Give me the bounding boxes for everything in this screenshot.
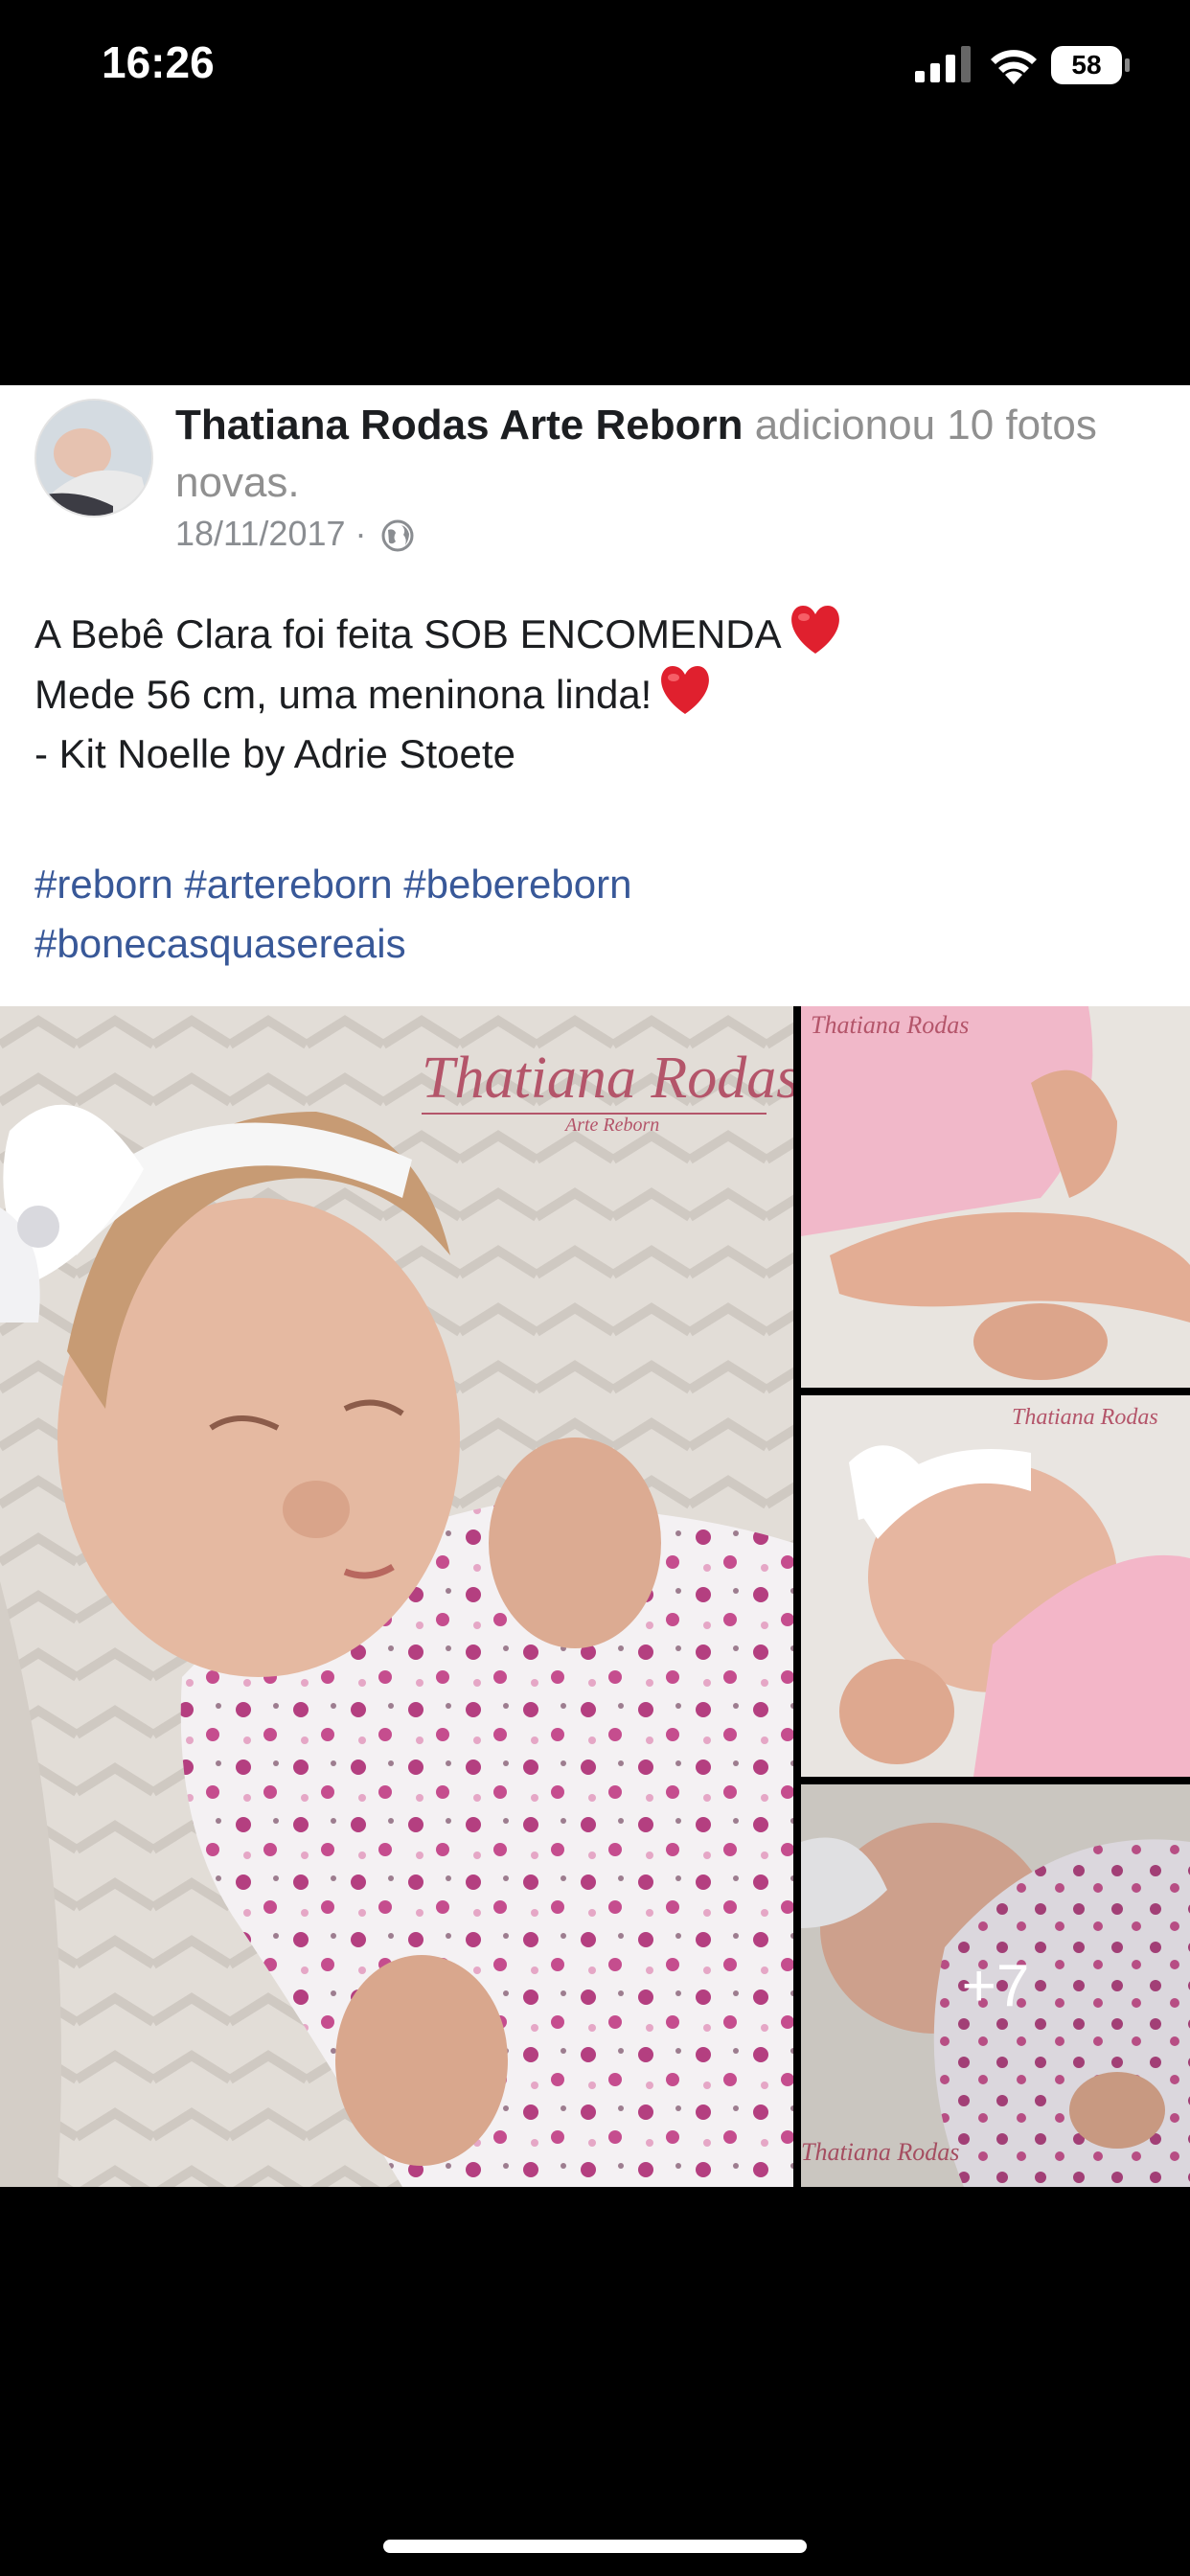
photo-thumbnail-1[interactable]: Thatiana Rodas	[801, 1006, 1190, 1388]
battery-icon: 58	[1051, 46, 1130, 84]
photo-thumbnail-2[interactable]: Thatiana Rodas	[801, 1395, 1190, 1777]
post-meta: 18/11/2017 ·	[175, 514, 415, 554]
avatar-baby-image	[36, 401, 151, 516]
post-date[interactable]: 18/11/2017	[175, 514, 346, 553]
avatar[interactable]	[34, 399, 153, 518]
hashtag-line-1[interactable]: #reborn #artereborn #bebereborn	[34, 855, 1156, 914]
post-text-line-2: Mede 56 cm, uma meninona linda!	[34, 664, 1156, 724]
red-heart-icon	[661, 666, 710, 714]
post-text-line-1: A Bebê Clara foi feita SOB ENCOMENDA	[34, 604, 1156, 664]
watermark-thumb-1: Thatiana Rodas	[811, 1011, 969, 1039]
more-photos-count[interactable]: +7	[801, 1784, 1190, 2187]
battery-level: 58	[1051, 46, 1122, 84]
main-photo[interactable]: Thatiana Rodas Arte Reborn	[0, 1006, 793, 2187]
hashtag-line-2[interactable]: #bonecasquasereais	[34, 914, 1156, 974]
baby-legs-photo: Thatiana Rodas	[801, 1006, 1190, 1388]
baby-pink-shirt-photo: Thatiana Rodas	[801, 1395, 1190, 1777]
globe-icon	[381, 519, 414, 552]
clock-time: 16:26	[102, 37, 215, 87]
wifi-icon	[991, 50, 1037, 84]
watermark-main: Thatiana Rodas	[422, 1046, 793, 1111]
date-separator: ·	[355, 514, 367, 553]
status-bar: 16:26 58	[0, 0, 1190, 134]
post-text-line-3: - Kit Noelle by Adrie Stoete	[34, 731, 515, 776]
post-text-line-1-content: A Bebê Clara foi feita SOB ENCOMENDA	[34, 611, 782, 656]
home-indicator[interactable]	[383, 2540, 807, 2553]
watermark-main-sub: Arte Reborn	[563, 1115, 659, 1136]
watermark-thumb-2: Thatiana Rodas	[1012, 1405, 1158, 1430]
photo-thumbnail-3[interactable]: Thatiana Rodas +7	[801, 1784, 1190, 2187]
red-heart-icon	[790, 606, 839, 654]
author-name[interactable]: Thatiana Rodas Arte Reborn	[175, 402, 743, 448]
post-header: Thatiana Rodas Arte Reborn adicionou 10 …	[175, 397, 1162, 512]
cellular-signal-icon	[915, 46, 971, 82]
hashtags: #reborn #artereborn #bebereborn #bonecas…	[34, 855, 1156, 974]
battery-nub	[1125, 58, 1130, 72]
post-text: A Bebê Clara foi feita SOB ENCOMENDA Med…	[34, 604, 1156, 784]
baby-doll-photo: Thatiana Rodas Arte Reborn	[0, 1006, 793, 2187]
post-text-line-2-content: Mede 56 cm, uma meninona linda!	[34, 672, 652, 717]
